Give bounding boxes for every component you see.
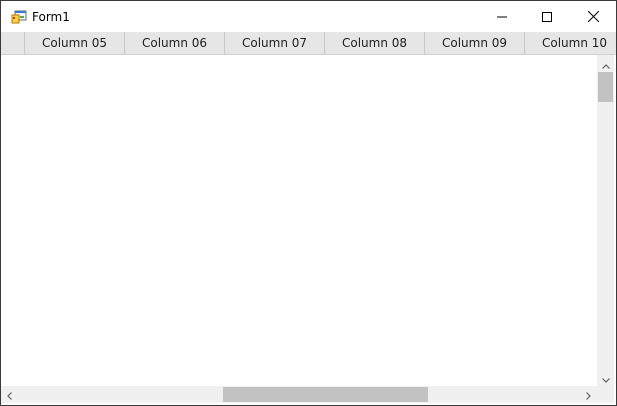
scroll-up-button[interactable] — [597, 55, 614, 72]
app-icon[interactable] — [11, 9, 27, 25]
column-header[interactable]: Column 10 — [525, 32, 616, 54]
scroll-left-button[interactable] — [1, 386, 18, 403]
chevron-right-icon — [586, 385, 591, 404]
column-header[interactable]: Column 06 — [125, 32, 225, 54]
column-headers: Column 05 Column 06 Column 07 Column 08 … — [25, 32, 616, 54]
chevron-left-icon — [7, 385, 12, 404]
close-icon — [587, 7, 599, 26]
scrollbar-corner — [597, 386, 614, 403]
column-header[interactable]: Column 05 — [25, 32, 125, 54]
column-header[interactable]: Column 07 — [225, 32, 325, 54]
scroll-down-button[interactable] — [597, 369, 614, 386]
form-window: Form1 Column 05 Column 06 Column 07 Colu… — [0, 0, 617, 406]
vertical-scroll-thumb[interactable] — [598, 72, 613, 102]
vertical-scrollbar[interactable] — [597, 55, 614, 386]
grid-body[interactable] — [1, 55, 597, 386]
maximize-icon — [542, 7, 552, 26]
top-left-header-cell[interactable] — [1, 32, 25, 54]
close-button[interactable] — [570, 1, 616, 32]
maximize-button[interactable] — [524, 1, 570, 32]
column-header[interactable]: Column 08 — [325, 32, 425, 54]
horizontal-scroll-thumb[interactable] — [223, 387, 428, 402]
chevron-down-icon — [601, 368, 610, 387]
horizontal-scrollbar[interactable] — [1, 386, 597, 403]
grid-column-header-row: Column 05 Column 06 Column 07 Column 08 … — [1, 32, 616, 55]
window-title: Form1 — [32, 10, 70, 24]
chevron-up-icon — [601, 54, 610, 73]
column-header[interactable]: Column 09 — [425, 32, 525, 54]
title-bar[interactable]: Form1 — [1, 1, 616, 32]
scroll-right-button[interactable] — [580, 386, 597, 403]
minimize-icon — [497, 7, 507, 26]
minimize-button[interactable] — [479, 1, 525, 32]
